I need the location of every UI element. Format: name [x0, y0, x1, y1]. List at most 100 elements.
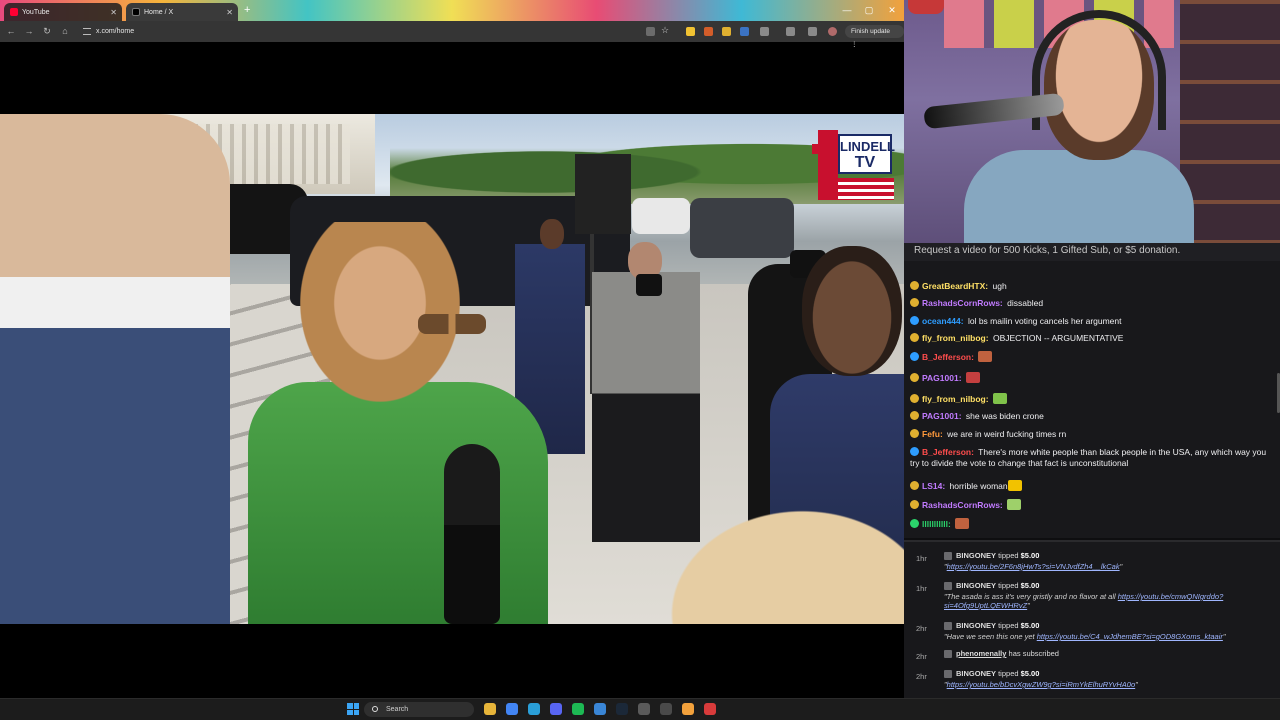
camera [636, 274, 662, 296]
event-username[interactable]: BINGONEY [956, 621, 996, 630]
user-badge-icon [910, 373, 919, 382]
spotify-icon[interactable] [572, 703, 584, 715]
extension-icon[interactable] [686, 27, 695, 36]
minimize-button[interactable]: — [838, 3, 856, 17]
forward-icon[interactable]: → [22, 25, 36, 38]
close-tab-icon[interactable]: ✕ [110, 8, 117, 17]
chat-message: PAG1001: she was biden crone [910, 411, 1276, 422]
woman-green-jacket [248, 382, 548, 624]
chat-message: LS14: horrible woman [910, 480, 1276, 492]
video-player[interactable]: LINDELL TV [0, 114, 904, 624]
chat-text: she was biden crone [963, 411, 1044, 421]
chat-username[interactable]: fly_from_nilbog: [922, 333, 989, 343]
finish-update-button[interactable]: Finish update ⋮ [845, 25, 904, 48]
extension-icon[interactable] [704, 27, 713, 36]
extension-icon[interactable] [722, 27, 731, 36]
address-bar[interactable]: x.com/home [80, 24, 640, 39]
sidebar-icon[interactable] [786, 27, 795, 36]
event-username[interactable]: BINGONEY [956, 669, 996, 678]
event-action: tipped [996, 551, 1021, 560]
chat-username[interactable]: PAG1001: [922, 411, 962, 421]
chat-message: RashadsCornRows: dissabled [910, 298, 1276, 309]
microphone [444, 444, 500, 624]
profile-avatar[interactable] [828, 27, 837, 36]
chat-username[interactable]: LS14: [922, 481, 945, 491]
streamer-webcam [904, 0, 1280, 248]
event-message: "https://youtu.be/bDcvXgwZW9g?si=iRmYkEl… [944, 680, 1138, 689]
new-tab-button[interactable]: + [244, 4, 250, 16]
user-badge-icon [910, 333, 919, 342]
chat-username[interactable]: fly_from_nilbog: [922, 394, 989, 404]
event-message: "https://youtu.be/2F6n8jHwTs?si=VNJvdfZh… [944, 562, 1123, 571]
finish-update-label: Finish update [851, 28, 891, 35]
event-link[interactable]: https://youtu.be/cmwQNIgrddo?si=4Ofg9Upt… [944, 592, 1223, 610]
close-tab-icon[interactable]: ✕ [226, 8, 233, 17]
bookmark-star-icon[interactable]: ☆ [661, 25, 670, 35]
chat-username[interactable]: RashadsCornRows: [922, 298, 1003, 308]
chat-username[interactable]: ocean444: [922, 316, 964, 326]
chat-text: horrible woman [947, 481, 1008, 491]
discord-icon[interactable] [550, 703, 562, 715]
tip-icon [944, 582, 952, 590]
maximize-button[interactable]: ▢ [860, 3, 878, 17]
chat-username[interactable]: RashadsCornRows: [922, 500, 1003, 510]
foreground-blonde-head [650, 494, 904, 624]
notes-icon[interactable] [682, 703, 694, 715]
chat-text: we are in weird fucking times rn [944, 429, 1067, 439]
extensions-puzzle-icon[interactable] [760, 27, 769, 36]
windows-start-icon[interactable] [347, 703, 359, 715]
event-time: 2hr [916, 652, 927, 661]
event-amount: $5.00 [1020, 581, 1040, 590]
chat-username[interactable]: Fefu: [922, 429, 943, 439]
chat-message: ocean444: lol bs mailin voting cancels h… [910, 316, 1276, 327]
downloads-icon[interactable] [808, 27, 817, 36]
steam-icon[interactable] [616, 703, 628, 715]
chat-username[interactable]: B_Jefferson: [922, 352, 974, 362]
vscode-icon[interactable] [594, 703, 606, 715]
event-link[interactable]: https://youtu.be/C4_wJdhemBE?si=gOD8GXom… [1037, 632, 1223, 641]
back-icon[interactable]: ← [4, 25, 18, 38]
chat-username[interactable]: PAG1001: [922, 373, 962, 383]
obs-icon[interactable] [638, 703, 650, 715]
taskbar-search[interactable]: Search [364, 702, 474, 717]
maps-icon[interactable] [704, 703, 716, 715]
tab-strip: YouTube ✕ Home / X ✕ + — ▢ ✕ [0, 0, 904, 21]
terminal-icon[interactable] [660, 703, 672, 715]
chat-message: PAG1001: [910, 372, 1276, 384]
emote-icon [1007, 499, 1022, 510]
tab-youtube[interactable]: YouTube ✕ [4, 3, 122, 21]
site-info-icon[interactable] [83, 28, 91, 35]
tab-x-home[interactable]: Home / X ✕ [126, 3, 238, 21]
chat-username[interactable]: lllllllllll: [922, 519, 951, 529]
event-username[interactable]: phenomenally [956, 649, 1006, 658]
event-username[interactable]: BINGONEY [956, 551, 996, 560]
reload-icon[interactable]: ↻ [40, 25, 54, 38]
edge-icon[interactable] [528, 703, 540, 715]
chat-message: fly_from_nilbog: OBJECTION -- ARGUMENTAT… [910, 333, 1276, 344]
chat-text: lol bs mailin voting cancels her argumen… [965, 316, 1122, 326]
user-badge-icon [910, 411, 919, 420]
logo-stripes [838, 178, 894, 200]
chat-username[interactable]: B_Jefferson: [922, 447, 974, 457]
event-time: 2hr [916, 624, 927, 633]
event-amount: $5.00 [1020, 621, 1040, 630]
user-badge-icon [910, 316, 919, 325]
file-explorer-icon[interactable] [484, 703, 496, 715]
tab-title: Home / X [144, 8, 174, 16]
home-icon[interactable]: ⌂ [58, 25, 72, 38]
close-window-button[interactable]: ✕ [883, 3, 901, 17]
lindell-tv-logo: LINDELL TV [812, 130, 896, 202]
chat-message: RashadsCornRows: [910, 499, 1276, 511]
cast-icon[interactable] [646, 27, 655, 36]
extension-icon[interactable] [740, 27, 749, 36]
user-badge-icon [910, 394, 919, 403]
tip-icon [944, 552, 952, 560]
event-link[interactable]: https://youtu.be/2F6n8jHwTs?si=VNJvdfZh4… [947, 562, 1120, 571]
event-amount: $5.00 [1020, 669, 1040, 678]
chrome-icon[interactable] [506, 703, 518, 715]
chat-username[interactable]: GreatBeardHTX: [922, 281, 988, 291]
event-username[interactable]: BINGONEY [956, 581, 996, 590]
chat-message: GreatBeardHTX: ugh [910, 281, 1276, 292]
event-link[interactable]: https://youtu.be/bDcvXgwZW9g?si=iRmYkElh… [947, 680, 1135, 689]
speaker [575, 154, 631, 234]
